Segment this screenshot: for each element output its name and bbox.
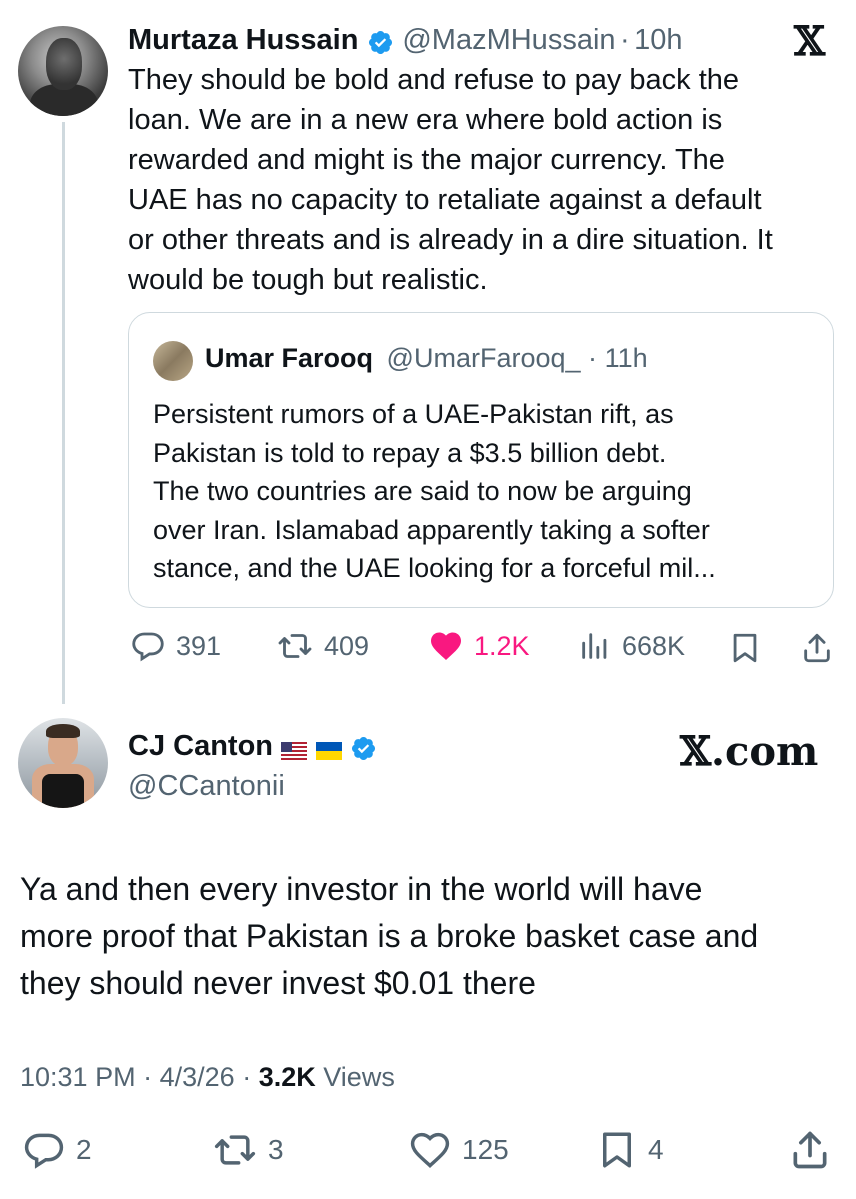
bookmark-button[interactable]: 4 (596, 1128, 664, 1172)
views-count: 3.2K (258, 1062, 316, 1092)
tweet-date[interactable]: 4/3/26 (160, 1062, 235, 1092)
tweet-line: rewarded and might is the major currency… (128, 144, 725, 176)
tweet-line: would be tough but realistic. (128, 264, 488, 296)
reply-icon (132, 632, 164, 662)
quote-author-name: Umar Farooq (205, 343, 374, 373)
repost-button[interactable]: 3 (212, 1128, 284, 1172)
quoted-tweet-card[interactable]: Umar Farooq @UmarFarooq_ · 11h Persisten… (128, 312, 834, 608)
bookmark-icon (603, 1132, 631, 1168)
tweet-line: or other threats and is already in a dir… (128, 224, 773, 256)
heart-filled-icon (431, 632, 461, 660)
repost-icon (214, 1135, 256, 1165)
heart-icon (410, 1132, 450, 1168)
tweet-body: They should be bold and refuse to pay ba… (128, 60, 848, 300)
quote-time: 11h (604, 343, 648, 373)
reply-count: 2 (76, 1134, 92, 1165)
repost-count: 3 (268, 1134, 284, 1165)
tweet-line: loan. We are in a new era where bold act… (128, 104, 723, 136)
author-handle[interactable]: @CCantonii (128, 770, 285, 803)
murtaza-avatar[interactable] (18, 26, 108, 116)
bookmark-count: 4 (648, 1134, 664, 1165)
bookmark-icon[interactable] (728, 630, 762, 666)
tweet-time[interactable]: 10h (634, 24, 682, 56)
reply-tweet-header: CJ Canton (128, 730, 377, 766)
tweet-meta: 10:31 PM · 4/3/26 · 3.2K Views (20, 1062, 395, 1093)
cj-canton-avatar[interactable] (18, 718, 108, 808)
quote-line: Persistent rumors of a UAE-Pakistan rift… (153, 399, 674, 429)
meta-separator: · (242, 1062, 252, 1092)
views-bars-icon (582, 633, 607, 659)
reply-button[interactable]: 391 (130, 628, 221, 664)
reply-button[interactable]: 2 (22, 1128, 92, 1172)
quote-avatar (153, 341, 193, 381)
quote-author-handle: @UmarFarooq_ (386, 343, 581, 373)
reply-count: 391 (176, 630, 222, 661)
views-count: 668K (622, 630, 686, 661)
tweet-line: Ya and then every investor in the world … (20, 871, 703, 907)
reply-icon (24, 1133, 64, 1169)
quote-separator-dot: · (588, 343, 598, 373)
views-label: Views (323, 1062, 395, 1092)
repost-icon (278, 634, 312, 658)
like-button[interactable]: 1.2K (428, 628, 530, 664)
quote-header: Umar Farooq @UmarFarooq_ · 11h (205, 343, 648, 374)
author-name[interactable]: CJ Canton (128, 730, 273, 762)
quote-line: over Iran. Islamabad apparently taking a… (153, 514, 710, 545)
ukraine-flag-icon (315, 741, 342, 760)
author-handle[interactable]: @MazMHussain (402, 24, 615, 56)
x-com-brand: 𝕏.com (680, 728, 819, 775)
top-tweet-header: Murtaza Hussain @MazMHussain · 10h (128, 24, 682, 60)
like-count: 125 (462, 1134, 509, 1165)
us-flag-icon (281, 741, 308, 760)
tweet-time[interactable]: 10:31 PM (20, 1062, 136, 1092)
like-button[interactable]: 125 (408, 1128, 509, 1172)
quote-body: Persistent rumors of a UAE-Pakistan rift… (153, 395, 823, 588)
author-name[interactable]: Murtaza Hussain (128, 24, 358, 56)
tweet-line: They should be bold and refuse to pay ba… (128, 64, 740, 96)
meta-separator: · (143, 1062, 153, 1092)
repost-button[interactable]: 409 (276, 628, 369, 664)
views-button[interactable]: 668K (578, 628, 685, 664)
tweet-line: they should never invest $0.01 there (20, 965, 536, 1001)
verified-badge-icon (368, 31, 392, 55)
repost-count: 409 (324, 630, 370, 661)
thread-line (62, 122, 65, 704)
tweet-line: UAE has no capacity to retaliate against… (128, 184, 762, 216)
tweet-line: more proof that Pakistan is a broke bask… (20, 918, 759, 954)
x-logo-icon[interactable]: 𝕏 (794, 18, 825, 65)
verified-badge-icon (352, 737, 376, 761)
like-count: 1.2K (474, 630, 530, 661)
separator-dot: · (619, 24, 630, 56)
share-icon[interactable] (788, 1128, 832, 1172)
reply-body: Ya and then every investor in the world … (20, 866, 840, 1007)
share-icon[interactable] (800, 630, 834, 666)
quote-line: The two countries are said to now be arg… (153, 476, 692, 506)
quote-line: stance, and the UAE looking for a forcef… (153, 553, 716, 583)
quote-line: Pakistan is told to repay a $3.5 billion… (153, 437, 667, 468)
